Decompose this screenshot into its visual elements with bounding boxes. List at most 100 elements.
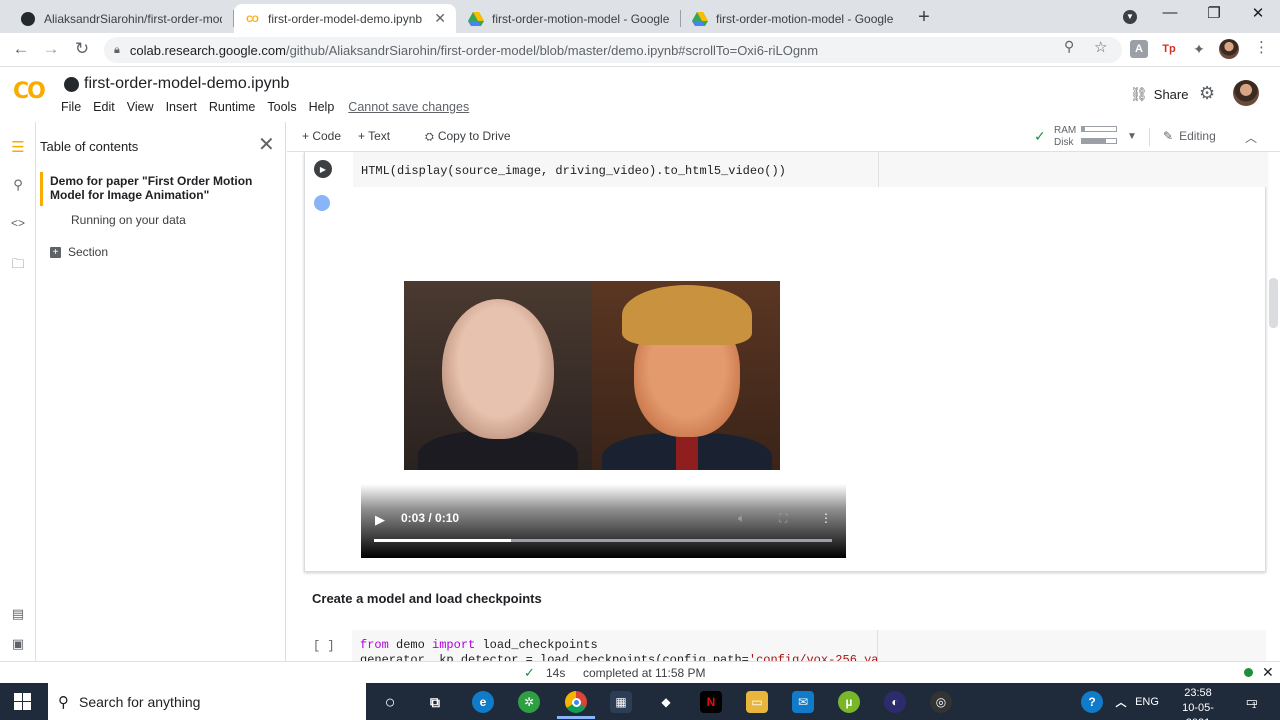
zoom-search-icon[interactable]: ⚲ — [1064, 38, 1074, 55]
code-editor[interactable]: HTML(display(source_image, driving_video… — [353, 152, 879, 187]
colab-avatar[interactable] — [1233, 80, 1259, 106]
tab-drive-1[interactable]: first-order-motion-model - Google Drive — [458, 4, 680, 33]
gear-icon[interactable]: ⚙ — [1199, 83, 1215, 104]
tab-drive-2[interactable]: first-order-motion-model - Google Drive — [682, 4, 904, 33]
play-icon[interactable]: ▶ — [375, 512, 385, 528]
close-status-icon[interactable]: ✕ — [1262, 664, 1274, 681]
cell-run-bracket[interactable]: [ ] — [313, 639, 335, 653]
menu-runtime[interactable]: Runtime — [209, 100, 256, 114]
menu-insert[interactable]: Insert — [166, 100, 197, 114]
add-code-button[interactable]: + Code — [302, 129, 341, 143]
video-progress-bar[interactable] — [374, 539, 832, 542]
menu-file[interactable]: File — [61, 100, 81, 114]
resource-labels[interactable]: RAM Disk — [1054, 125, 1076, 149]
mail-icon[interactable]: ✉ — [792, 691, 814, 713]
editing-mode-button[interactable]: ✎ Editing — [1163, 129, 1216, 143]
volume-icon[interactable]: 🔈︎ — [738, 511, 745, 526]
menu-edit[interactable]: Edit — [93, 100, 115, 114]
add-text-button[interactable]: + Text — [358, 129, 390, 143]
minimize-icon[interactable]: — — [1155, 4, 1185, 21]
close-tab-icon[interactable]: ✕ — [434, 10, 446, 27]
obs-icon[interactable]: ◎ — [930, 691, 952, 713]
colab-logo[interactable]: CO — [13, 79, 46, 104]
back-arrow-icon[interactable]: ← — [10, 39, 32, 59]
command-palette-icon[interactable]: ▤ — [9, 606, 27, 622]
cortana-icon[interactable]: ○ — [379, 691, 401, 713]
taskbar-search[interactable]: ⚲ Search for anything — [48, 683, 366, 720]
save-warning-link[interactable]: Cannot save changes — [348, 100, 469, 114]
address-bar[interactable]: 🔒︎ colab.research.google.com/github/Alia… — [104, 37, 1122, 63]
tab-github[interactable]: AliaksandrSiarohin/first-order-model — [10, 4, 232, 33]
restore-icon[interactable]: ❐ — [1199, 4, 1229, 22]
more-vert-icon[interactable]: ⋮ — [1254, 38, 1269, 56]
copy-to-drive-button[interactable]: ⛭ Copy to Drive — [425, 129, 511, 144]
notebook-scrollbar[interactable] — [1269, 278, 1278, 328]
notebook-toolbar: + Code + Text ⛭ Copy to Drive ✓ RAM Disk … — [287, 122, 1280, 152]
tray-chevron-icon[interactable]: ︿ — [1110, 691, 1132, 713]
drive-copy-icon: ⛭ — [425, 131, 434, 143]
toc-item-demo[interactable]: Demo for paper "First Order Motion Model… — [50, 174, 280, 202]
source-image — [404, 281, 592, 470]
reload-icon[interactable]: ↻ — [71, 39, 93, 59]
toc-item-section[interactable]: + Section — [50, 245, 108, 259]
close-window-icon[interactable]: ✕ — [1243, 4, 1273, 22]
clock-date: 10-05-2021 — [1182, 702, 1214, 720]
windows-start-icon[interactable] — [14, 693, 31, 710]
run-cell-button[interactable]: ▶ — [314, 160, 332, 178]
code-cell-load-checkpoints[interactable]: [ ] from demo import load_checkpoints ge… — [304, 630, 1266, 661]
search-icon[interactable]: ⚲ — [9, 177, 27, 193]
tp-extension-icon[interactable]: Tp — [1160, 40, 1178, 58]
close-icon[interactable]: ✕ — [258, 132, 275, 157]
tab-colab[interactable]: CO first-order-model-demo.ipynb - Colabo… — [234, 4, 456, 33]
tab-search-icon[interactable]: ▼ — [1115, 6, 1145, 24]
collapse-header-icon[interactable]: ︿ — [1245, 129, 1257, 146]
execution-status-bar: ✓ 14s completed at 11:58 PM ✕ — [0, 661, 1280, 683]
output-icon[interactable] — [314, 195, 330, 211]
search-icon: ⚲ — [58, 693, 69, 711]
eclipse-icon[interactable]: ◐ — [884, 691, 906, 713]
language-indicator[interactable]: ENG — [1134, 691, 1160, 713]
app-icon[interactable]: ✲ — [518, 691, 540, 713]
netflix-icon[interactable]: N — [700, 691, 722, 713]
bookmark-star-icon[interactable]: ☆ — [1094, 38, 1107, 56]
code-cell-video[interactable]: ▶ HTML(display(source_image, driving_vid… — [304, 152, 1267, 572]
disk-label: Disk — [1054, 137, 1074, 148]
video-more-icon[interactable]: ⋮ — [820, 511, 832, 525]
runtime-dropdown-icon[interactable]: ▼ — [1127, 131, 1137, 142]
tab-title: first-order-model-demo.ipynb - Colaborat… — [268, 11, 426, 26]
taskbar-clock[interactable]: 23:58 10-05-2021 — [1170, 686, 1226, 720]
code-editor[interactable]: from demo import load_checkpoints genera… — [352, 630, 900, 661]
folder-icon[interactable]: 🗀︎ — [9, 255, 27, 277]
expand-icon[interactable]: + — [50, 246, 61, 258]
menu-tools[interactable]: Tools — [267, 100, 296, 114]
utorrent-icon[interactable]: µ — [838, 691, 860, 713]
fullscreen-icon[interactable]: ⛶ — [779, 511, 787, 526]
help-icon[interactable]: ? — [1081, 691, 1103, 713]
notification-count: 1 — [1251, 700, 1257, 710]
profile-avatar[interactable] — [1219, 39, 1239, 59]
dropbox-icon[interactable]: ◆ — [655, 691, 677, 713]
store-icon[interactable]: ▦ — [610, 691, 632, 713]
ram-meter — [1081, 126, 1117, 132]
file-explorer-icon[interactable]: ▭ — [746, 691, 768, 713]
share-button[interactable]: ⛓︎ Share — [1130, 86, 1188, 103]
edge-icon[interactable]: e — [472, 691, 494, 713]
menu-view[interactable]: View — [127, 100, 154, 114]
task-view-icon[interactable]: ⧉ — [424, 691, 446, 713]
disk-meter — [1081, 138, 1117, 144]
menu-help[interactable]: Help — [309, 100, 335, 114]
notifications-icon[interactable]: ▭ 1 — [1240, 691, 1262, 713]
code-snippets-icon[interactable]: <> — [9, 216, 27, 230]
chrome-icon[interactable] — [557, 691, 595, 719]
toc-item-running[interactable]: Running on your data — [71, 213, 186, 227]
notebook-title[interactable]: first-order-model-demo.ipynb — [64, 75, 289, 93]
lock-icon: 🔒︎ — [114, 43, 120, 56]
puzzle-extensions-icon[interactable]: ✦ — [1190, 40, 1208, 58]
extension-icon[interactable]: A — [1130, 40, 1148, 58]
toc-list-icon[interactable]: ☰ — [9, 138, 27, 156]
video-controls: ▶ 0:03 / 0:10 🔈︎ ⛶ ⋮ — [361, 484, 846, 558]
new-tab-button[interactable]: + — [914, 6, 934, 29]
success-check-icon: ✓ — [524, 665, 535, 680]
forward-arrow-icon[interactable]: → — [40, 39, 62, 59]
terminal-icon[interactable]: ▣ — [9, 636, 27, 652]
